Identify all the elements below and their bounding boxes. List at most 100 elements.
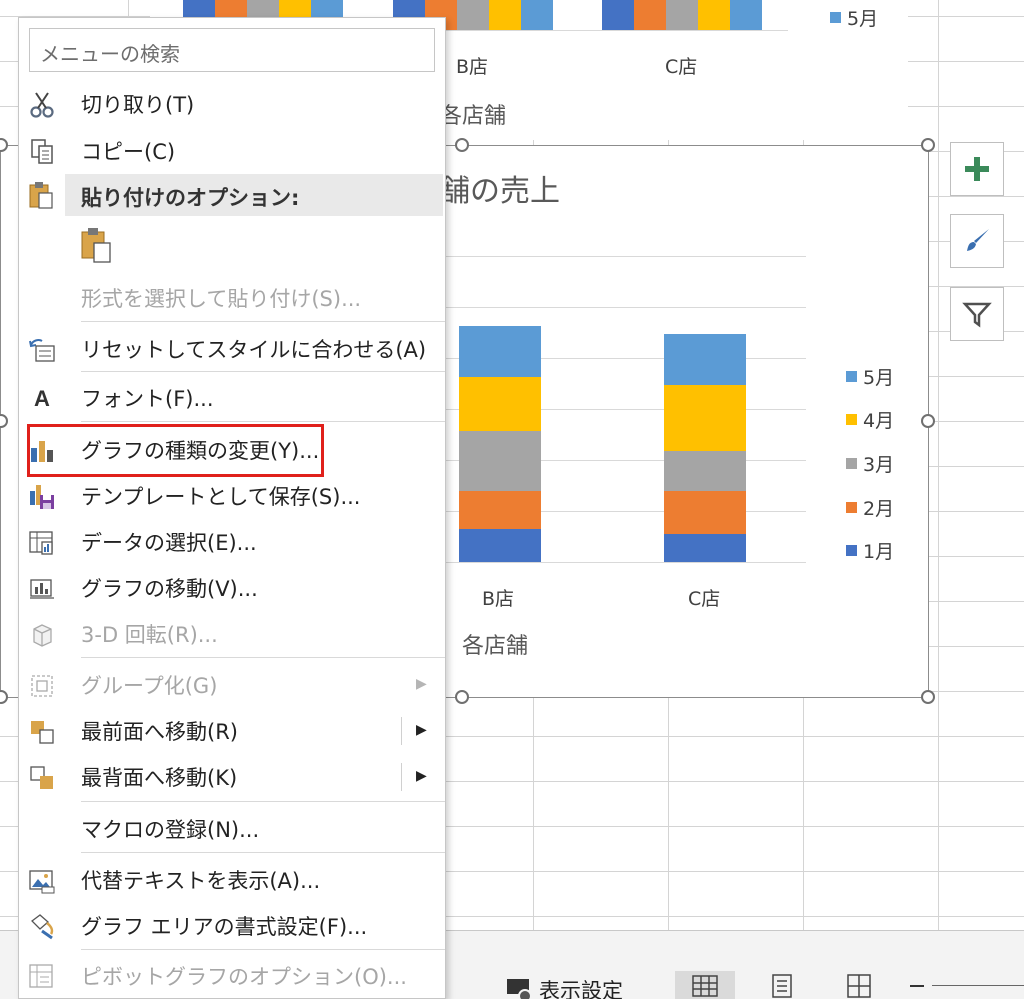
prev-bar-segment — [634, 0, 666, 30]
bar-segment[interactable] — [459, 431, 541, 491]
resize-handle[interactable] — [455, 138, 469, 152]
legend-swatch — [830, 12, 841, 23]
bring-front-icon — [27, 717, 57, 747]
menu-item-reset-style[interactable]: リセットしてスタイルに合わせる(A) — [19, 327, 445, 371]
menu-item-move-chart[interactable]: グラフの移動(V)... — [19, 566, 445, 610]
menu-item-bring-to-front[interactable]: 最前面へ移動(R) ▶ — [19, 709, 445, 753]
copy-icon — [27, 137, 57, 167]
pivot-options-icon — [27, 962, 57, 992]
normal-view-button[interactable] — [675, 971, 735, 999]
legend-label: 4月 — [863, 410, 895, 432]
menu-separator — [81, 657, 445, 658]
page-break-icon — [847, 974, 871, 998]
legend-label: 3月 — [863, 454, 895, 476]
menu-item-copy[interactable]: コピー(C) — [19, 129, 445, 173]
menu-item-alt-text[interactable]: 代替テキストを表示(A)... — [19, 858, 445, 902]
bar-segment[interactable] — [664, 534, 746, 562]
cube-icon — [27, 620, 57, 650]
resize-handle[interactable] — [921, 690, 935, 704]
paste-options-label: 貼り付けのオプション: — [81, 186, 300, 210]
bar-segment[interactable] — [459, 326, 541, 377]
resize-handle[interactable] — [921, 138, 935, 152]
menu-item-assign-macro[interactable]: マクロの登録(N)... — [19, 807, 445, 851]
submenu-arrow-icon[interactable]: ▶ — [416, 722, 427, 738]
menu-separator — [81, 852, 445, 853]
gridline — [440, 256, 806, 257]
page-layout-icon — [772, 974, 792, 998]
menu-item-label: リセットしてスタイルに合わせる(A) — [81, 338, 427, 362]
resize-handle[interactable] — [455, 690, 469, 704]
bar-segment[interactable] — [459, 377, 541, 431]
menu-item-pivot-options[interactable]: ピボットグラフのオプション(O)... — [19, 954, 445, 998]
display-settings-button[interactable]: 表示設定 — [505, 975, 623, 999]
menu-item-label: データの選択(E)... — [81, 531, 257, 555]
menu-item-label: マクロの登録(N)... — [81, 818, 260, 842]
legend-item: 3月 — [846, 450, 894, 477]
menu-item-format-chart-area[interactable]: グラフ エリアの書式設定(F)... — [19, 904, 445, 948]
prev-legend-label: 5月 — [847, 8, 879, 30]
legend-swatch — [846, 414, 857, 425]
reset-style-icon — [27, 335, 57, 365]
format-paint-icon — [27, 912, 57, 942]
prev-axis-title: 各店舗 — [440, 104, 507, 129]
paste-keep-formatting-button[interactable] — [79, 226, 119, 266]
menu-separator — [81, 421, 445, 422]
menu-item-label: ピボットグラフのオプション(O)... — [81, 965, 407, 989]
bar-segment[interactable] — [664, 451, 746, 491]
menu-item-3d-rotation[interactable]: 3-D 回転(R)... — [19, 612, 445, 656]
font-icon: A — [34, 386, 50, 411]
menu-item-label: コピー(C) — [81, 140, 176, 164]
menu-item-group[interactable]: グループ化(G) ▶ — [19, 663, 445, 707]
bar-segment[interactable] — [459, 491, 541, 529]
display-settings-label: 表示設定 — [539, 979, 623, 999]
menu-item-label: グラフの移動(V)... — [81, 577, 258, 601]
menu-item-font[interactable]: A フォント(F)... — [19, 376, 445, 420]
page-break-view-button[interactable] — [829, 971, 889, 999]
submenu-arrow-icon: ▶ — [416, 676, 427, 692]
prev-legend-item: 5月 — [830, 4, 878, 31]
prev-bar-segment — [666, 0, 698, 30]
prev-bar-segment — [602, 0, 634, 30]
move-chart-icon — [27, 574, 57, 604]
menu-item-cut[interactable]: 切り取り(T) — [19, 82, 445, 126]
menu-item-save-template[interactable]: テンプレートとして保存(S)... — [19, 474, 445, 518]
bar-segment[interactable] — [664, 491, 746, 534]
chart-filters-button[interactable] — [950, 287, 1004, 341]
zoom-slider[interactable] — [932, 985, 1024, 986]
chart-elements-button[interactable] — [950, 142, 1004, 196]
context-menu: メニューの検索 切り取り(T) コピー(C) 貼り付けのオプション: 形式を選択… — [18, 17, 446, 999]
menu-item-label: 最前面へ移動(R) — [81, 720, 238, 744]
menu-item-paste-special[interactable]: 形式を選択して貼り付け(S)... — [19, 276, 445, 320]
resize-handle[interactable] — [921, 414, 935, 428]
menu-separator — [81, 801, 445, 802]
menu-search-placeholder: メニューの検索 — [40, 42, 180, 66]
menu-search-input[interactable]: メニューの検索 — [29, 28, 435, 72]
menu-item-label: 形式を選択して貼り付け(S)... — [81, 287, 362, 311]
chart-title[interactable]: 舗の売上 — [440, 166, 560, 210]
menu-item-label: 3-D 回転(R)... — [81, 623, 218, 647]
legend-item: 2月 — [846, 494, 894, 521]
axis-title[interactable]: 各店舗 — [462, 628, 528, 660]
legend-swatch — [846, 458, 857, 469]
legend-item: 5月 — [846, 363, 894, 390]
chart-styles-button[interactable] — [950, 214, 1004, 268]
legend-item: 4月 — [846, 406, 894, 433]
brush-icon — [967, 229, 989, 251]
select-data-icon — [27, 528, 57, 558]
category-label: C店 — [688, 588, 721, 610]
submenu-arrow-icon[interactable]: ▶ — [416, 768, 427, 784]
menu-item-send-to-back[interactable]: 最背面へ移動(K) ▶ — [19, 755, 445, 799]
submenu-divider — [401, 763, 402, 791]
menu-item-label: 切り取り(T) — [81, 93, 195, 117]
bar-segment[interactable] — [664, 334, 746, 385]
submenu-divider — [401, 717, 402, 745]
bar-segment[interactable] — [664, 385, 746, 451]
prev-bar-segment — [698, 0, 730, 30]
menu-item-select-data[interactable]: データの選択(E)... — [19, 520, 445, 564]
page-layout-view-button[interactable] — [752, 971, 812, 999]
zoom-out-icon[interactable] — [910, 985, 924, 987]
bar-segment[interactable] — [459, 529, 541, 562]
menu-item-label: テンプレートとして保存(S)... — [81, 485, 361, 509]
menu-separator — [81, 321, 445, 322]
display-settings-icon — [507, 979, 532, 999]
